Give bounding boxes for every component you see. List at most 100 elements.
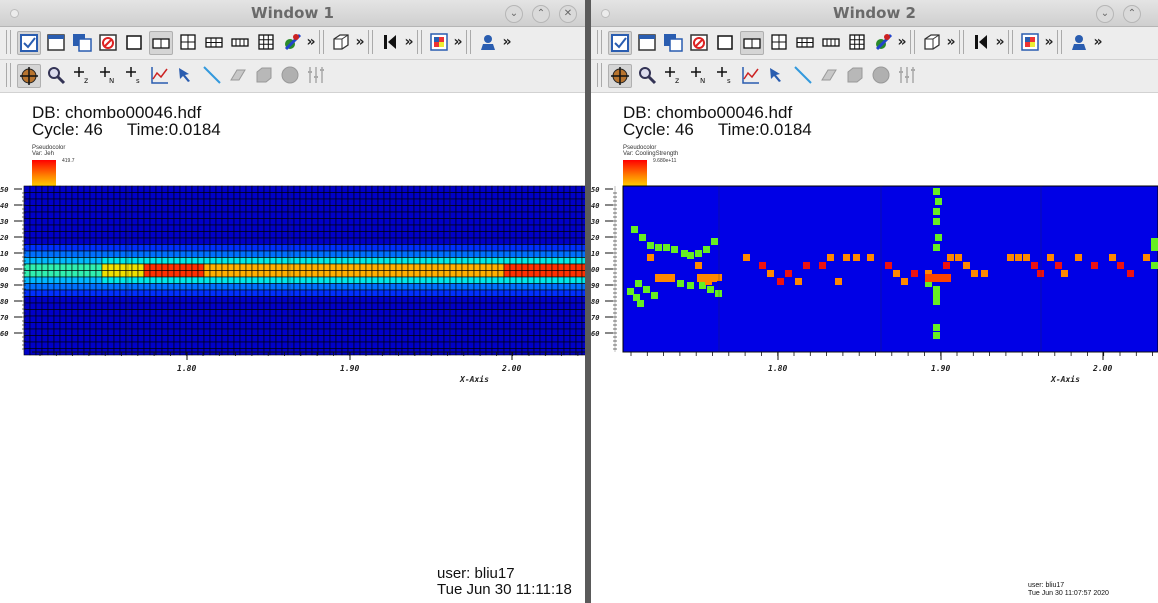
more-icon[interactable]: »: [305, 30, 317, 54]
mesh-cell: [341, 244, 349, 252]
mesh-cell: [137, 289, 145, 297]
node-pick-icon[interactable]: N: [97, 64, 119, 86]
box-tool-icon[interactable]: [253, 64, 275, 86]
mesh-cell: [359, 315, 367, 323]
lineout-icon[interactable]: [740, 64, 762, 86]
copy-window-icon[interactable]: [71, 31, 93, 53]
layout-2x2-icon[interactable]: [177, 31, 199, 53]
more-icon[interactable]: »: [945, 30, 957, 54]
close-button[interactable]: ✕: [559, 5, 577, 23]
mesh-cell: [437, 283, 445, 291]
lock-view-icon[interactable]: [281, 31, 303, 53]
more-icon[interactable]: »: [994, 30, 1006, 54]
minimize-button[interactable]: ⌄: [1096, 5, 1114, 23]
animation-step-back-icon[interactable]: [970, 31, 992, 53]
more-icon[interactable]: »: [403, 30, 415, 54]
toolbar-grip[interactable]: [597, 63, 602, 87]
more-icon[interactable]: »: [896, 30, 908, 54]
layout-3x2-icon[interactable]: [794, 31, 816, 53]
toolbar-grip[interactable]: [466, 30, 471, 54]
pick-arrow-icon[interactable]: [766, 64, 788, 86]
toolbar-grip[interactable]: [910, 30, 915, 54]
more-icon[interactable]: »: [501, 30, 513, 54]
new-window-icon[interactable]: [45, 31, 67, 53]
mesh-cell: [551, 205, 559, 213]
plane-tool-icon[interactable]: [818, 64, 840, 86]
lineout-icon[interactable]: [149, 64, 171, 86]
more-icon[interactable]: »: [1092, 30, 1104, 54]
layout-1x1-icon[interactable]: [123, 31, 145, 53]
new-window-icon[interactable]: [636, 31, 658, 53]
layout-2x3-icon[interactable]: [820, 31, 842, 53]
save-icon[interactable]: [477, 31, 499, 53]
maximize-button[interactable]: ⌃: [532, 5, 550, 23]
lock-view-icon[interactable]: [872, 31, 894, 53]
sphere-tool-icon[interactable]: [279, 64, 301, 86]
toolbar-grip[interactable]: [597, 30, 602, 54]
zoom-icon[interactable]: [45, 64, 67, 86]
layout-3x2-icon[interactable]: [203, 31, 225, 53]
layout-1x2-icon[interactable]: [740, 31, 764, 55]
spreadsheet-pick-icon[interactable]: s: [714, 64, 736, 86]
point-tool-icon[interactable]: [896, 64, 918, 86]
view-3d-icon[interactable]: [330, 31, 352, 53]
save-icon[interactable]: [1068, 31, 1090, 53]
clear-window-icon[interactable]: [97, 31, 119, 53]
box-tool-icon[interactable]: [844, 64, 866, 86]
pseudocolor-plot[interactable]: 1.80 1.90 2.0050403020100090807060: [0, 94, 585, 603]
layout-1x2-icon[interactable]: [149, 31, 173, 55]
more-icon[interactable]: »: [1043, 30, 1055, 54]
view-3d-icon[interactable]: [921, 31, 943, 53]
render-area[interactable]: DB: chombo00046.hdf Cycle: 46 Time:0.0184…: [591, 94, 1158, 603]
zone-pick-icon[interactable]: z: [71, 64, 93, 86]
mesh-cell: [569, 231, 577, 239]
palette-icon[interactable]: [428, 31, 450, 53]
zoom-icon[interactable]: [636, 64, 658, 86]
sphere-tool-icon[interactable]: [870, 64, 892, 86]
toolbar-grip[interactable]: [1008, 30, 1013, 54]
toolbar-grip[interactable]: [319, 30, 324, 54]
toolbar-grip[interactable]: [6, 30, 11, 54]
pick-arrow-icon[interactable]: [175, 64, 197, 86]
point-tool-icon[interactable]: [305, 64, 327, 86]
mesh-cell: [275, 185, 283, 193]
layout-2x2-icon[interactable]: [768, 31, 790, 53]
toolbar-grip[interactable]: [368, 30, 373, 54]
palette-icon[interactable]: [1019, 31, 1041, 53]
toolbar-grip[interactable]: [417, 30, 422, 54]
layout-2x3-icon[interactable]: [229, 31, 251, 53]
node-pick-icon[interactable]: N: [688, 64, 710, 86]
layout-3x3-icon[interactable]: [846, 31, 868, 53]
mesh-cell: [329, 289, 337, 297]
layout-1x1-icon[interactable]: [714, 31, 736, 53]
line-tool-icon[interactable]: [792, 64, 814, 86]
toolbar-grip[interactable]: [6, 63, 11, 87]
draw-plots-icon[interactable]: [608, 31, 632, 55]
plane-tool-icon[interactable]: [227, 64, 249, 86]
minimize-button[interactable]: ⌄: [505, 5, 523, 23]
mesh-cell: [431, 270, 439, 278]
line-tool-icon[interactable]: [201, 64, 223, 86]
mesh-cell: [383, 322, 391, 330]
zone-pick-icon[interactable]: z: [662, 64, 684, 86]
user-info: user: bliu17 Tue Jun 30 11:07:57 2020: [1028, 582, 1109, 598]
copy-window-icon[interactable]: [662, 31, 684, 53]
mesh-cell: [425, 296, 433, 304]
more-icon[interactable]: »: [354, 30, 366, 54]
window-titlebar[interactable]: Window 2 ⌄ ⌃: [591, 0, 1158, 27]
more-icon[interactable]: »: [452, 30, 464, 54]
spreadsheet-pick-icon[interactable]: s: [123, 64, 145, 86]
layout-3x3-icon[interactable]: [255, 31, 277, 53]
animation-step-back-icon[interactable]: [379, 31, 401, 53]
toolbar-grip[interactable]: [1057, 30, 1062, 54]
clear-window-icon[interactable]: [688, 31, 710, 53]
navigate-icon[interactable]: [17, 64, 41, 88]
mesh-cell: [389, 315, 397, 323]
window-titlebar[interactable]: Window 1 ⌄ ⌃ ✕: [0, 0, 585, 27]
maximize-button[interactable]: ⌃: [1123, 5, 1141, 23]
pseudocolor-plot[interactable]: 1.80 1.90 2.0050403020100090807060: [591, 94, 1158, 603]
navigate-icon[interactable]: [608, 64, 632, 88]
render-area[interactable]: DB: chombo00046.hdf Cycle: 46 Time:0.0184…: [0, 94, 585, 603]
draw-plots-icon[interactable]: [17, 31, 41, 55]
toolbar-grip[interactable]: [959, 30, 964, 54]
